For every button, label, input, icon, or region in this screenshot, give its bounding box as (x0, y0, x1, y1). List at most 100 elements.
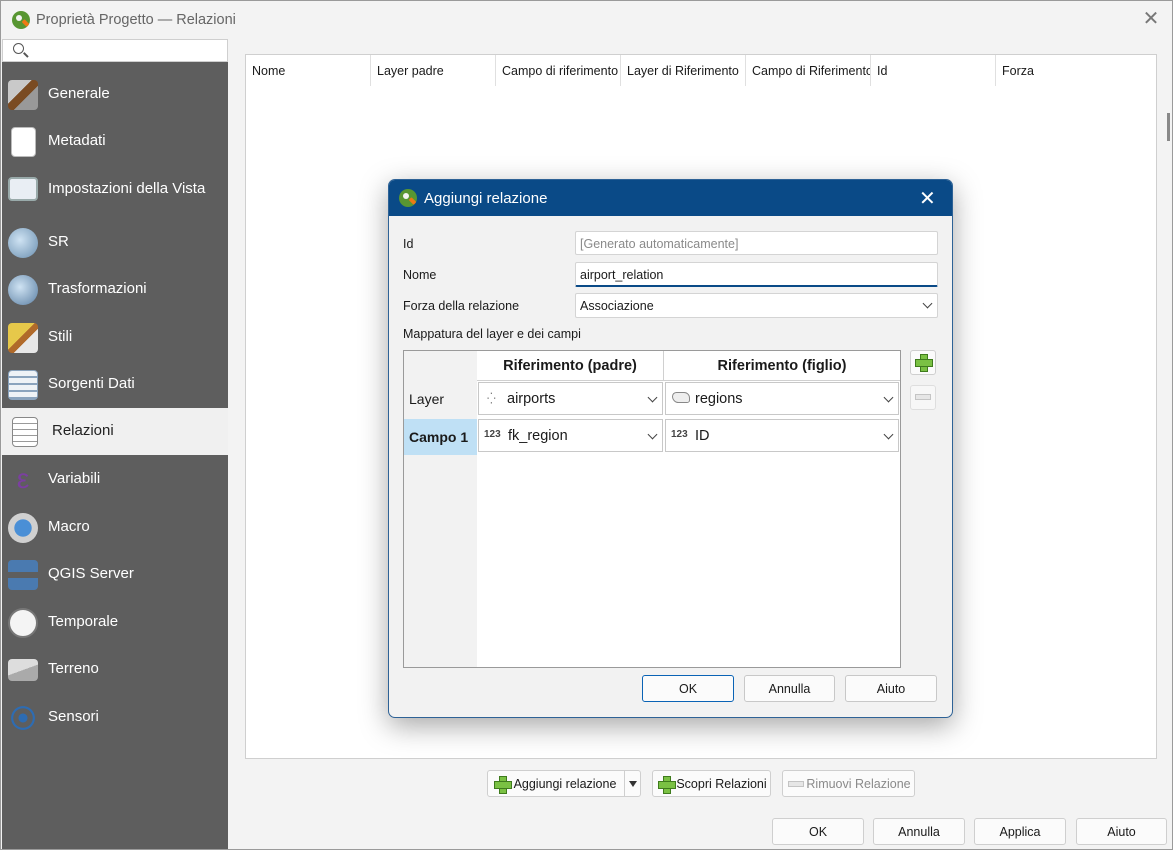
dropdown-arrow-icon[interactable] (629, 781, 637, 787)
sidebar-item-qgis-server[interactable]: QGIS Server (2, 551, 228, 598)
sidebar-item-sensori[interactable]: Sensori (2, 694, 228, 741)
strength-label: Forza della relazione (403, 299, 520, 313)
sidebar-item-label: Sorgenti Dati (48, 375, 135, 392)
mapping-grid: Riferimento (padre) Riferimento (figlio)… (403, 350, 901, 668)
id-field[interactable]: [Generato automaticamente] (575, 231, 938, 255)
column-header[interactable]: Forza (996, 55, 1156, 86)
search-input[interactable] (2, 39, 228, 62)
parent-layer-select[interactable]: ⁛ airports (478, 382, 663, 415)
column-header[interactable]: Nome (246, 55, 371, 86)
help-button[interactable]: Aiuto (1076, 818, 1167, 845)
ok-label: OK (808, 825, 828, 839)
sidebar-item-variabili[interactable]: ε Variabili (2, 456, 228, 503)
child-layer-value: regions (695, 391, 743, 407)
cancel-label: Annulla (898, 825, 940, 839)
dialog-help-button[interactable]: Aiuto (845, 675, 937, 702)
sidebar-item-temporale[interactable]: Temporale (2, 599, 228, 646)
add-field-pair-button[interactable] (910, 350, 936, 375)
sidebar-item-label: Terreno (48, 660, 99, 677)
sidebar-item-impostazioni-vista[interactable]: Impostazioni della Vista (2, 166, 228, 213)
tools-icon (8, 80, 38, 110)
sidebar-item-sorgenti-dati[interactable]: Sorgenti Dati (2, 361, 228, 408)
column-header[interactable]: Campo di riferimento (496, 55, 621, 86)
chevron-down-icon (883, 429, 894, 440)
sidebar-item-macro[interactable]: Macro (2, 504, 228, 551)
sidebar-item-label: Stili (48, 328, 73, 345)
child-column-header: Riferimento (figlio) (664, 351, 900, 381)
child-layer-select[interactable]: regions (665, 382, 899, 415)
qgis-logo-icon (399, 189, 417, 207)
ok-button[interactable]: OK (772, 818, 864, 845)
child-field-value: ID (695, 428, 710, 444)
close-icon[interactable]: ✕ (1139, 7, 1163, 31)
sidebar: Generale Metadati Impostazioni della Vis… (2, 62, 228, 849)
remove-relation-button[interactable]: Rimuovi Relazione (782, 770, 915, 797)
sidebar-item-label: SR (48, 233, 69, 250)
remove-icon (788, 781, 804, 787)
child-field-select[interactable]: 123 ID (665, 419, 899, 452)
strength-select[interactable]: Associazione (575, 293, 938, 318)
sidebar-item-metadati[interactable]: Metadati (2, 118, 228, 165)
mapping-label: Mappatura del layer e dei campi (403, 327, 581, 341)
name-field[interactable]: airport_relation (575, 262, 938, 287)
remove-icon (915, 394, 931, 400)
apply-label: Applica (999, 825, 1041, 839)
transform-globe-icon (8, 275, 38, 305)
cancel-button[interactable]: Annulla (873, 818, 965, 845)
sidebar-item-trasformazioni[interactable]: Trasformazioni (2, 266, 228, 313)
column-header[interactable]: Campo di Riferimento (746, 55, 871, 86)
integer-type-icon: 123 (484, 429, 501, 440)
id-label: Id (403, 237, 414, 251)
sidebar-item-label: Generale (48, 85, 110, 102)
column-header[interactable]: Layer di Riferimento (621, 55, 746, 86)
integer-type-icon: 123 (671, 429, 688, 440)
sidebar-item-label: Trasformazioni (48, 280, 147, 297)
metadata-icon (11, 127, 36, 157)
sidebar-item-generale[interactable]: Generale (2, 71, 228, 118)
sidebar-item-label: Variabili (48, 470, 101, 487)
id-placeholder: [Generato automaticamente] (580, 237, 739, 251)
parent-field-select[interactable]: 123 fk_region (478, 419, 663, 452)
qgis-logo-icon (12, 11, 30, 29)
dialog-title: Aggiungi relazione (424, 190, 548, 207)
chevron-down-icon (883, 392, 894, 403)
sidebar-item-relazioni[interactable]: Relazioni (2, 408, 228, 455)
map-view-icon (8, 177, 38, 201)
add-relation-dialog: Aggiungi relazione ✕ Id [Generato automa… (388, 179, 953, 718)
field-row-label[interactable]: Campo 1 (404, 419, 477, 455)
scrollbar-thumb[interactable] (1167, 113, 1170, 141)
data-sources-icon (8, 370, 38, 400)
add-icon (915, 354, 933, 372)
apply-button[interactable]: Applica (974, 818, 1066, 845)
remove-field-pair-button[interactable] (910, 385, 936, 410)
strength-value: Associazione (580, 299, 654, 313)
relations-icon (12, 417, 38, 447)
dialog-title-bar: Aggiungi relazione ✕ (389, 180, 952, 216)
dialog-ok-button[interactable]: OK (642, 675, 734, 702)
sidebar-item-stili[interactable]: Stili (2, 314, 228, 361)
sensor-icon (8, 703, 38, 733)
sidebar-item-label: Temporale (48, 613, 119, 630)
column-header[interactable]: Layer padre (371, 55, 496, 86)
project-properties-window: Proprietà Progetto — Relazioni ✕ General… (0, 0, 1173, 850)
server-icon (8, 560, 38, 590)
terrain-icon (8, 659, 38, 681)
sidebar-item-terreno[interactable]: Terreno (2, 646, 228, 693)
add-relation-label: Aggiungi relazione (513, 777, 617, 791)
add-relation-button[interactable]: Aggiungi relazione (487, 770, 641, 797)
sidebar-item-label: QGIS Server (48, 565, 134, 582)
epsilon-icon: ε (16, 463, 30, 494)
sidebar-item-sr[interactable]: SR (2, 219, 228, 266)
chevron-down-icon (647, 392, 658, 403)
parent-layer-value: airports (507, 391, 556, 407)
help-label: Aiuto (1107, 825, 1136, 839)
column-header[interactable]: Id (871, 55, 996, 86)
name-label: Nome (403, 268, 437, 282)
globe-icon (8, 228, 38, 258)
discover-relations-button[interactable]: Scopri Relazioni (652, 770, 771, 797)
parent-column-header: Riferimento (padre) (477, 351, 664, 381)
dialog-cancel-button[interactable]: Annulla (744, 675, 835, 702)
close-icon[interactable]: ✕ (919, 186, 936, 211)
chevron-down-icon (922, 298, 933, 309)
add-icon (494, 776, 512, 794)
